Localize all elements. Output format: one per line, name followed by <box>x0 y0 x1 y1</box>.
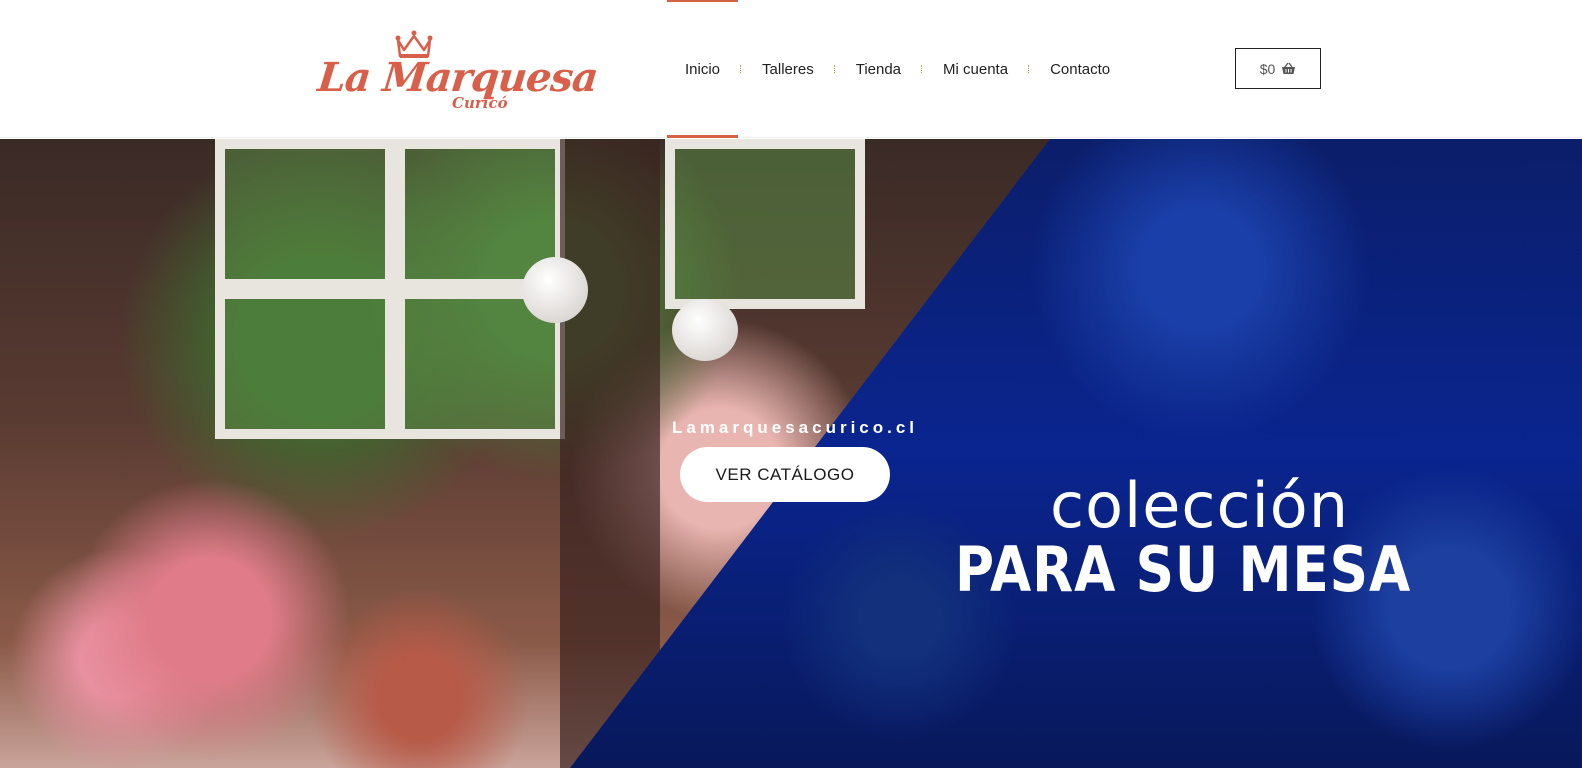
hero-headline-coleccion: colección <box>1050 469 1350 542</box>
basket-icon <box>1282 62 1296 74</box>
site-header: La Marquesa Curicó Inicio Talleres Tiend… <box>0 0 1582 138</box>
ver-catalogo-button[interactable]: VER CATÁLOGO <box>680 447 890 502</box>
window-pane <box>215 289 395 439</box>
hero-banner: Lamarquesacurico.cl VER CATÁLOGO colecci… <box>0 139 1582 768</box>
main-nav: Inicio Talleres Tienda Mi cuenta Contact… <box>665 0 1130 138</box>
candle <box>672 299 738 361</box>
nav-item-inicio[interactable]: Inicio <box>665 0 740 138</box>
hero-headline-para-su-mesa: PARA SU MESA <box>955 533 1412 606</box>
nav-item-contacto[interactable]: Contacto <box>1030 0 1130 138</box>
nav-item-tienda[interactable]: Tienda <box>836 0 921 138</box>
window-pane <box>665 139 865 309</box>
window-pane <box>215 139 395 289</box>
candle <box>522 257 588 323</box>
nav-item-talleres[interactable]: Talleres <box>742 0 834 138</box>
logo-city: Curicó <box>452 94 508 112</box>
cart-total: $0 <box>1259 60 1276 77</box>
hero-site-name: Lamarquesacurico.cl <box>671 418 919 437</box>
nav-item-mi-cuenta[interactable]: Mi cuenta <box>923 0 1028 138</box>
cart-button[interactable]: $0 <box>1235 48 1321 89</box>
site-logo[interactable]: La Marquesa Curicó <box>316 24 600 112</box>
